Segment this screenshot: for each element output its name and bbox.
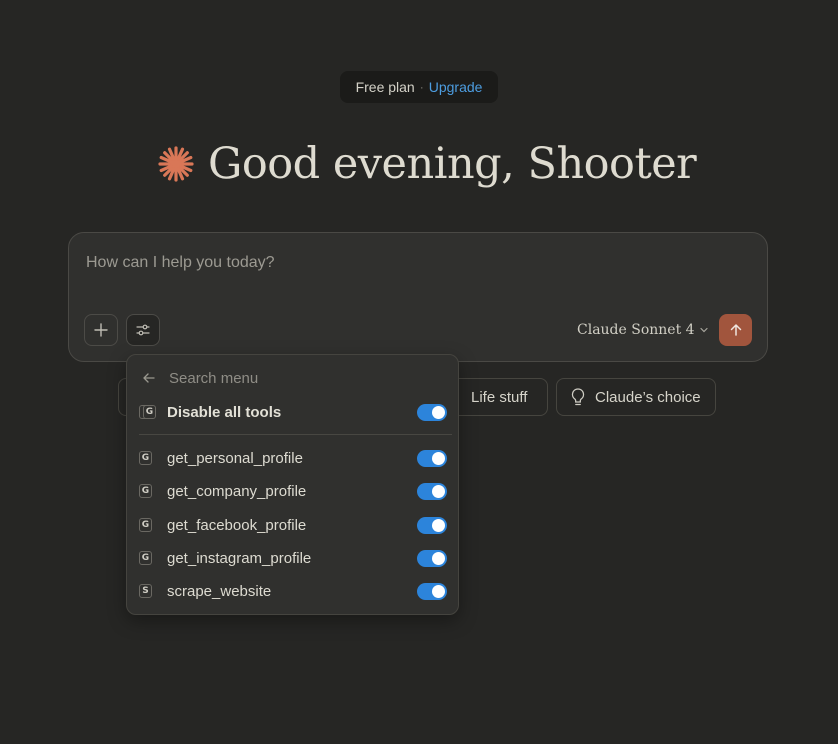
claude-spark-icon	[158, 146, 194, 182]
plan-separator: ·	[419, 80, 424, 94]
menu-search-input[interactable]	[167, 368, 421, 388]
arrow-up-icon	[730, 324, 741, 336]
chevron-down-icon	[699, 327, 708, 333]
plan-badge: Free plan · Upgrade	[340, 71, 498, 103]
tool-toggle[interactable]	[417, 517, 447, 534]
plan-label: Free plan	[355, 79, 415, 95]
tool-row-get-company-profile[interactable]: G get_company_profile	[139, 478, 447, 504]
disable-all-toggle[interactable]	[417, 404, 447, 421]
message-composer: Claude Sonnet 4	[68, 232, 768, 362]
upgrade-link[interactable]: Upgrade	[429, 79, 483, 95]
tools-dropdown-menu: G Disable all tools G get_personal_profi…	[126, 354, 459, 615]
disable-all-tools-row[interactable]: G Disable all tools	[139, 399, 447, 425]
model-selector[interactable]: Claude Sonnet 4	[577, 319, 709, 341]
tool-badge-icon: S	[139, 584, 152, 598]
claudes-choice-chip[interactable]: Claude’s choice	[556, 378, 716, 416]
tool-name: scrape_website	[167, 582, 272, 600]
tool-row-get-facebook-profile[interactable]: G get_facebook_profile	[139, 512, 447, 538]
tool-badge-icon: G	[139, 484, 152, 498]
tool-row-get-instagram-profile[interactable]: G get_instagram_profile	[139, 545, 447, 571]
tools-menu-button[interactable]	[126, 314, 160, 346]
stacked-tool-badge-icon: G	[139, 404, 157, 420]
plus-icon	[94, 323, 108, 337]
send-button[interactable]	[719, 314, 752, 346]
tool-name: get_personal_profile	[167, 449, 303, 467]
tool-name: get_facebook_profile	[167, 516, 307, 534]
tool-toggle[interactable]	[417, 483, 447, 500]
tool-row-get-personal-profile[interactable]: G get_personal_profile	[139, 445, 447, 471]
greeting: Good evening, Shooter	[158, 136, 697, 192]
menu-divider	[139, 434, 452, 435]
tool-name: get_company_profile	[167, 482, 307, 500]
disable-all-label: Disable all tools	[167, 403, 282, 421]
chip-label-life-stuff: Life stuff	[471, 388, 528, 406]
tool-toggle[interactable]	[417, 550, 447, 567]
lightbulb-icon	[571, 388, 585, 406]
chip-label-claudes-choice: Claude’s choice	[595, 388, 701, 406]
tool-badge-icon: G	[139, 551, 152, 565]
tool-badge-icon: G	[139, 518, 152, 532]
arrow-left-icon[interactable]	[141, 370, 157, 386]
tool-toggle[interactable]	[417, 583, 447, 600]
model-label: Claude Sonnet 4	[577, 322, 695, 338]
tool-badge-icon: G	[139, 451, 152, 465]
tool-toggle[interactable]	[417, 450, 447, 467]
add-attachment-button[interactable]	[84, 314, 118, 346]
tool-name: get_instagram_profile	[167, 549, 312, 567]
message-input[interactable]	[84, 249, 728, 277]
sliders-icon	[136, 324, 150, 336]
tool-row-scrape-website[interactable]: S scrape_website	[139, 578, 447, 604]
greeting-title: Good evening, Shooter	[208, 139, 697, 189]
menu-search	[139, 367, 439, 389]
